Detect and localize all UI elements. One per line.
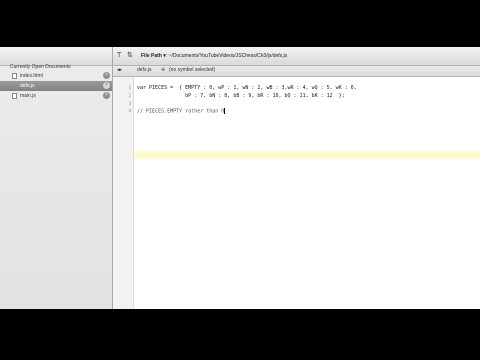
symbol-icon: ✢ — [161, 67, 166, 73]
navigation-bar: ◂▸ defs.js ✢ (no symbol selected) — [113, 66, 480, 77]
code-line[interactable]: bP : 7, bN : 8, bB : 9, bR : 10, bQ : 11… — [137, 93, 345, 99]
text-cursor — [224, 108, 226, 114]
line-number: 4 — [128, 108, 131, 113]
text-tool-icon[interactable]: T — [117, 51, 121, 59]
current-line-highlight — [134, 151, 480, 159]
current-document[interactable]: defs.js — [137, 67, 151, 73]
code-comment: // PIECES.EMPTY rather than 0 — [137, 108, 225, 115]
file-name: defs.js — [20, 83, 35, 89]
open-file-index-html[interactable]: index.html × — [0, 71, 112, 81]
line-number: 3 — [128, 101, 131, 106]
editor-toolbar: T ⇅ File Path ▾: ~/Documents/YouTubeVide… — [113, 47, 480, 66]
file-path-value: : ~/Documents/YouTubeVideos/JSChess/Ch3/… — [165, 53, 288, 59]
close-icon[interactable]: × — [103, 82, 110, 89]
close-icon[interactable]: × — [103, 72, 110, 79]
file-name: index.html — [20, 73, 43, 79]
sidebar-title: Currently Open Documents — [10, 64, 71, 70]
line-number: 2 — [128, 93, 131, 98]
file-path[interactable]: File Path ▾: ~/Documents/YouTubeVideos/J… — [141, 53, 287, 59]
symbol-selector[interactable]: (no symbol selected) — [169, 67, 215, 73]
file-icon — [12, 73, 17, 79]
file-name: main.js — [20, 93, 36, 99]
file-icon — [12, 93, 17, 99]
open-file-main-js[interactable]: main.js × — [0, 91, 112, 101]
open-file-defs-js[interactable]: defs.js × — [0, 81, 112, 91]
close-icon[interactable]: × — [103, 92, 110, 99]
editor-pane: T ⇅ File Path ▾: ~/Documents/YouTubeVide… — [113, 47, 480, 309]
line-number-gutter: 1 2 3 4 — [113, 77, 134, 309]
editor-window: Currently Open Documents index.html × de… — [0, 47, 480, 309]
open-documents-sidebar: Currently Open Documents index.html × de… — [0, 47, 113, 309]
nav-arrows-icon[interactable]: ◂▸ — [117, 67, 122, 73]
split-arrows-icon[interactable]: ⇅ — [127, 51, 133, 59]
file-path-label: File Path ▾ — [141, 53, 166, 59]
line-number: 1 — [128, 85, 131, 90]
code-line[interactable]: var PIECES = { EMPTY : 0, wP : 1, wN : 2… — [137, 85, 357, 91]
code-line[interactable]: // PIECES.EMPTY rather than 0 — [137, 108, 226, 115]
